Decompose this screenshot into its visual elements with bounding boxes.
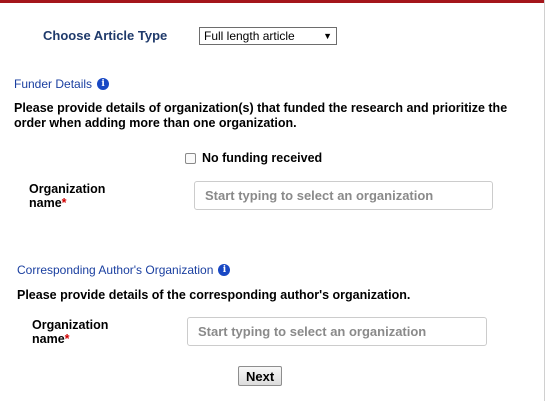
funder-details-title: Funder Details i — [14, 77, 110, 91]
required-mark: * — [64, 332, 70, 346]
funder-org-label: Organization name* — [29, 182, 139, 210]
corresponding-description: Please provide details of the correspond… — [17, 288, 411, 302]
funder-details-heading: Funder Details — [14, 77, 93, 91]
no-funding-label: No funding received — [202, 151, 323, 165]
corresponding-org-label-line1: Organization — [32, 318, 109, 332]
corresponding-org-label-line2: name — [32, 332, 65, 346]
info-icon[interactable]: i — [218, 264, 231, 276]
funder-org-label-line1: Organization — [29, 182, 106, 196]
next-button[interactable]: Next — [238, 366, 283, 386]
article-type-select[interactable]: Full length article ▼ — [199, 27, 337, 45]
funder-organization-input[interactable] — [194, 181, 493, 210]
corresponding-organization-input[interactable] — [187, 317, 487, 346]
no-funding-checkbox[interactable] — [185, 152, 196, 164]
corresponding-org-label: Organization name* — [32, 318, 142, 346]
article-type-label: Choose Article Type — [43, 28, 168, 43]
corresponding-org-title: Corresponding Author's Organization i — [17, 263, 231, 277]
required-mark: * — [61, 196, 67, 210]
no-funding-row: No funding received — [185, 151, 322, 165]
funder-org-label-line2: name — [29, 196, 62, 210]
funder-description: Please provide details of organization(s… — [14, 101, 508, 130]
info-icon[interactable]: i — [97, 78, 110, 90]
dropdown-arrow-icon: ▼ — [323, 31, 332, 41]
article-type-selected: Full length article — [204, 29, 295, 43]
corresponding-org-heading: Corresponding Author's Organization — [17, 263, 214, 277]
top-accent-line — [0, 0, 545, 3]
